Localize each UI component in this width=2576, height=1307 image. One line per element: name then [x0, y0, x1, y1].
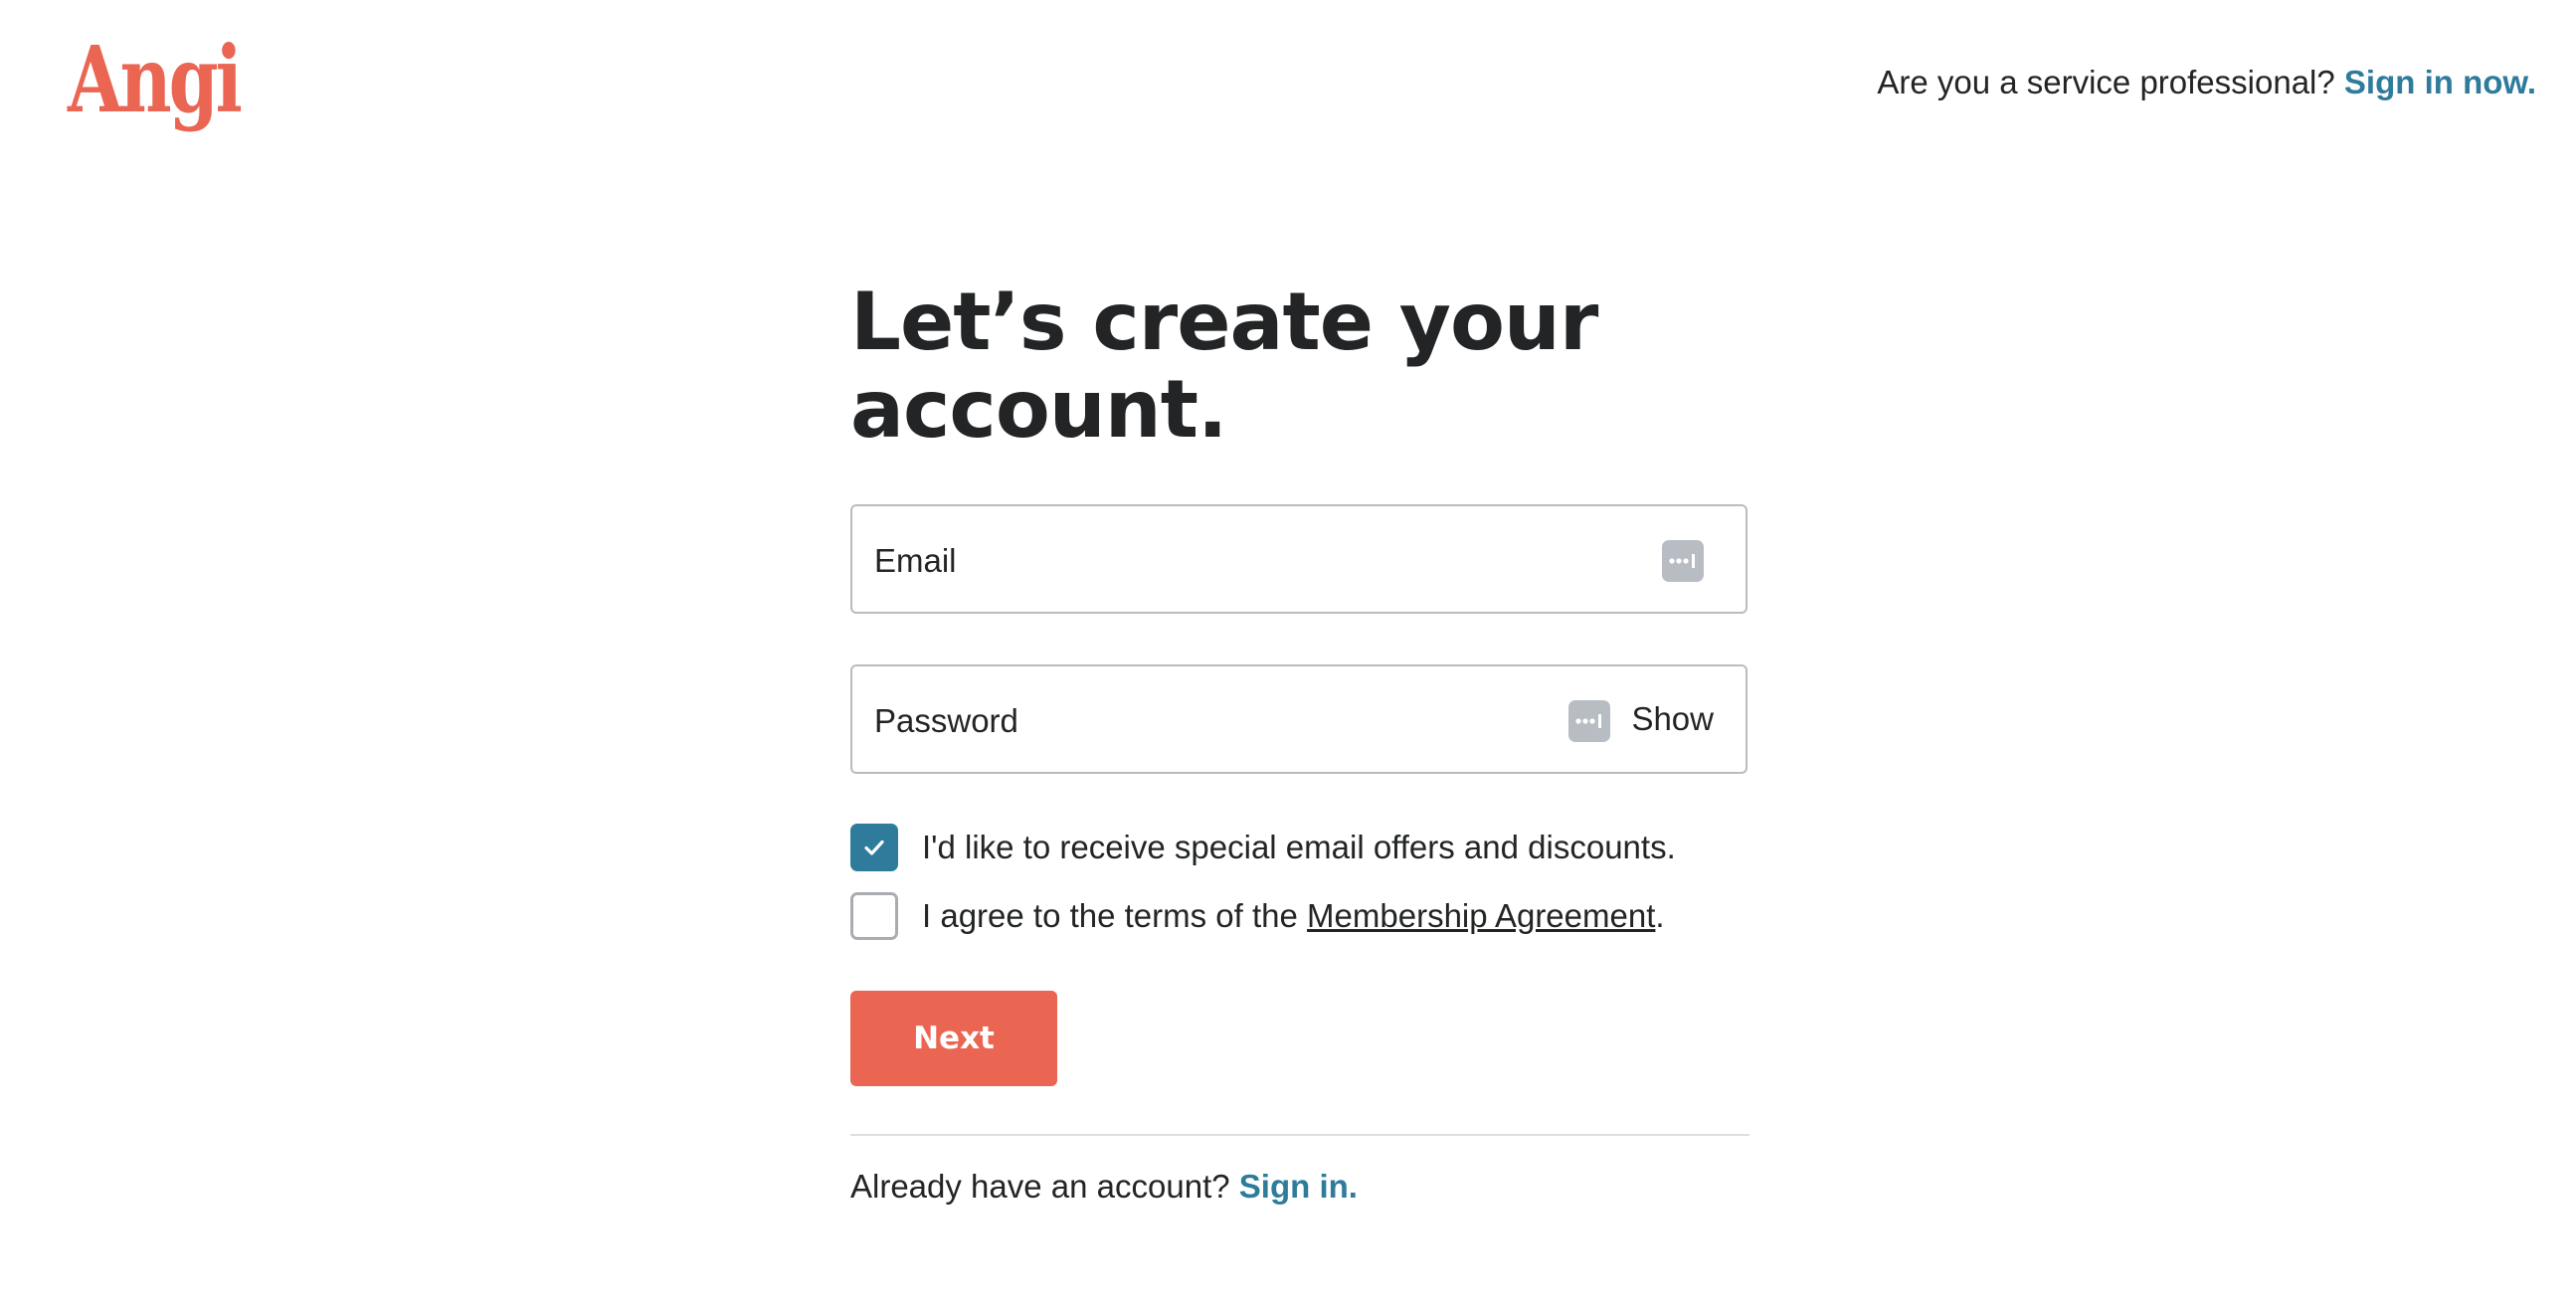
password-manager-icon[interactable]	[1662, 540, 1704, 582]
next-button[interactable]: Next	[850, 991, 1057, 1086]
password-field[interactable]	[874, 670, 1471, 772]
email-field-container[interactable]	[850, 504, 1748, 614]
terms-label-prefix: I agree to the terms of the	[922, 897, 1308, 934]
offers-checkbox[interactable]	[850, 824, 898, 871]
terms-label-suffix: .	[1655, 897, 1665, 934]
pro-prompt-text: Are you a service professional?	[1877, 64, 2335, 100]
signin-prompt-text: Already have an account?	[850, 1168, 1230, 1205]
signup-form: Let’s create your account. Show	[850, 276, 1749, 1205]
terms-checkbox-row[interactable]: I agree to the terms of the Membership A…	[850, 892, 1665, 940]
pro-signin-link[interactable]: Sign in now.	[2344, 64, 2536, 100]
checkmark-icon	[864, 840, 884, 855]
show-password-toggle[interactable]: Show	[1631, 700, 1714, 738]
divider	[850, 1134, 1749, 1136]
password-manager-icon[interactable]	[1568, 700, 1610, 742]
membership-agreement-link[interactable]: Membership Agreement	[1307, 897, 1655, 935]
signin-prompt: Already have an account? Sign in.	[850, 1168, 1358, 1206]
page-title: Let’s create your account.	[850, 276, 1598, 456]
terms-checkbox[interactable]	[850, 892, 898, 940]
offers-checkbox-row[interactable]: I'd like to receive special email offers…	[850, 824, 1676, 871]
signin-link[interactable]: Sign in.	[1239, 1168, 1358, 1205]
angi-logo[interactable]: Angi	[68, 34, 243, 125]
email-field[interactable]	[874, 510, 1471, 612]
pro-signin-prompt: Are you a service professional? Sign in …	[1877, 64, 2536, 101]
offers-checkbox-label: I'd like to receive special email offers…	[922, 829, 1676, 865]
password-field-container[interactable]: Show	[850, 664, 1748, 774]
